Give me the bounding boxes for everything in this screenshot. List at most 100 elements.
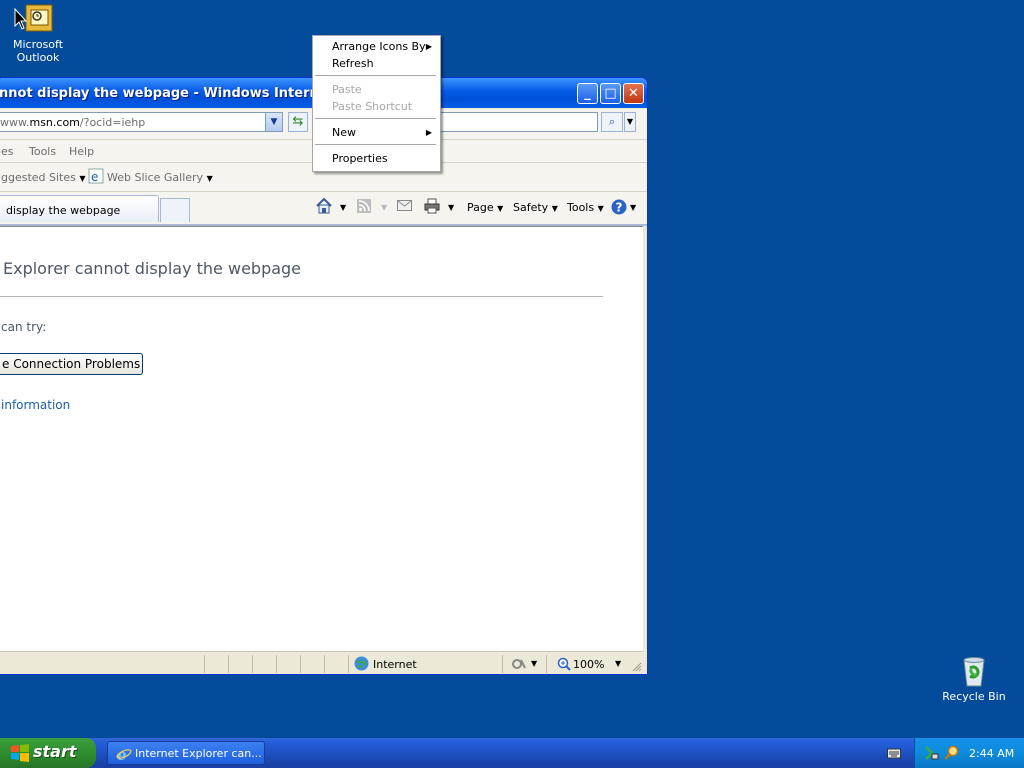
divider [204, 655, 205, 673]
menu-item-paste-shortcut[interactable]: Paste Shortcut [332, 100, 412, 113]
address-prefix: www. [0, 116, 30, 129]
address-input[interactable]: www.msn.com/?ocid=iehp ▼ [0, 112, 283, 132]
menu-separator [315, 144, 436, 145]
help-icon[interactable]: ? [611, 199, 627, 218]
resize-grip-icon[interactable] [632, 662, 642, 674]
tab-current[interactable]: display the webpage [0, 195, 159, 222]
outlook-label-2: Outlook [16, 51, 60, 64]
close-icon: ✕ [628, 86, 639, 101]
network-icon[interactable] [924, 745, 940, 764]
divider [300, 655, 301, 673]
menu-item-refresh[interactable]: Refresh [332, 57, 374, 70]
chevron-down-icon: ▼ [497, 204, 504, 213]
desktop-icon-outlook[interactable]: Microsoft Outlook [0, 4, 76, 64]
page-menu-label: Page [467, 201, 494, 214]
refresh-go-button[interactable]: ⇆ [288, 112, 308, 132]
svg-text:e: e [91, 170, 98, 184]
menu-item-label: Paste [332, 83, 362, 96]
menu-item-label: New [332, 126, 356, 139]
tab-label: display the webpage [6, 204, 121, 217]
status-bar: Internet ▼ 100% ▼ [0, 651, 643, 674]
page-menu[interactable]: Page ▼ [467, 201, 503, 214]
search-input[interactable] [422, 112, 598, 132]
menu-item-properties[interactable]: Properties [332, 152, 388, 165]
print-icon[interactable] [424, 198, 440, 217]
zoom-level[interactable]: 100% [573, 658, 604, 671]
menu-tools[interactable]: Tools [29, 145, 56, 158]
address-suffix: /?ocid=iehp [79, 116, 146, 129]
menu-separator [315, 118, 436, 119]
search-button[interactable]: ⌕ [601, 112, 623, 132]
chevron-down-icon[interactable]: ▼ [448, 203, 454, 212]
keyboard-icon[interactable] [887, 747, 901, 762]
menu-separator [315, 75, 436, 76]
chevron-down-icon[interactable]: ▼ [630, 203, 636, 212]
search-options-button[interactable]: ▼ [624, 112, 636, 132]
menu-item-new[interactable]: New [332, 126, 356, 139]
address-domain: msn.com [29, 116, 80, 129]
safety-menu-label: Safety [513, 201, 549, 214]
diagnose-connection-button[interactable]: e Connection Problems [0, 353, 143, 375]
menu-favorites[interactable]: es [1, 145, 14, 158]
home-icon[interactable] [315, 197, 333, 218]
taskbar: start e Internet Explorer can... 2:44 AM [0, 738, 1024, 768]
page-content: Explorer cannot display the webpage can … [0, 226, 643, 651]
divider [348, 655, 349, 673]
mouse-cursor-icon [14, 7, 28, 33]
desktop-icon-recycle-bin[interactable]: Recycle Bin [936, 656, 1012, 703]
close-button[interactable]: ✕ [623, 83, 644, 104]
minimize-button[interactable]: _ [577, 83, 598, 104]
web-slice-icon: e [88, 168, 104, 187]
menu-help[interactable]: Help [69, 145, 94, 158]
outlook-label-1: Microsoft [12, 38, 64, 51]
feeds-icon[interactable] [357, 199, 371, 216]
ie-icon: e [116, 746, 132, 765]
desktop-context-menu: Arrange Icons By ▶ Refresh Paste Paste S… [312, 35, 441, 172]
recycle-bin-icon [959, 656, 989, 687]
divider [0, 296, 603, 297]
chevron-down-icon[interactable]: ▼ [340, 203, 346, 212]
protected-mode-icon[interactable] [511, 657, 527, 674]
menu-item-label: Paste Shortcut [332, 100, 413, 113]
chevron-down-icon: ▼ [597, 204, 604, 213]
tools-menu[interactable]: Tools ▼ [567, 201, 604, 214]
minimize-icon: _ [584, 86, 591, 101]
taskbar-item-ie[interactable]: e Internet Explorer can... [107, 741, 265, 765]
safety-menu[interactable]: Safety ▼ [513, 201, 558, 214]
desktop[interactable]: { "desktop": { "icons": [ {"label_line1"… [0, 0, 1024, 768]
divider [228, 655, 229, 673]
menu-item-label: Arrange Icons By [332, 40, 426, 53]
divider [546, 655, 547, 673]
windows-logo-icon [10, 744, 30, 765]
address-dropdown-icon[interactable]: ▼ [265, 113, 282, 131]
start-button[interactable]: start [0, 738, 96, 768]
chevron-down-icon[interactable]: ▼ [615, 659, 621, 668]
fav-web-slice-label: Web Slice Gallery [107, 171, 204, 184]
new-tab-button[interactable] [160, 198, 190, 222]
chevron-down-icon: ▼ [206, 174, 213, 183]
chevron-down-icon[interactable]: ▼ [531, 659, 537, 668]
search-icon[interactable] [944, 745, 960, 764]
submenu-arrow-icon: ▶ [425, 128, 432, 137]
submenu-arrow-icon: ▶ [425, 42, 432, 51]
fav-web-slice-gallery[interactable]: Web Slice Gallery ▼ [107, 171, 213, 184]
chevron-down-icon: ▼ [626, 117, 634, 126]
fav-suggested-sites[interactable]: ggested Sites ▼ [1, 171, 86, 184]
mail-icon[interactable] [397, 200, 412, 214]
maximize-icon: □ [604, 86, 617, 101]
tab-row: display the webpage ▼ ▼ ▼ Page ▼ Safety … [0, 192, 647, 226]
internet-zone-icon [354, 656, 369, 674]
zoom-icon[interactable] [557, 657, 571, 674]
system-tray: 2:44 AM [914, 738, 1024, 768]
recycle-bin-label: Recycle Bin [942, 690, 1006, 703]
more-information-link[interactable]: information [1, 398, 70, 412]
clock[interactable]: 2:44 AM [969, 747, 1014, 760]
divider [324, 655, 325, 673]
menu-item-arrange-icons[interactable]: Arrange Icons By [332, 40, 426, 53]
error-title: Explorer cannot display the webpage [3, 259, 302, 278]
maximize-button[interactable]: □ [600, 83, 621, 104]
menu-item-label: Refresh [332, 57, 374, 70]
menu-item-paste[interactable]: Paste [332, 83, 362, 96]
start-label: start [33, 742, 77, 761]
try-text: can try: [1, 320, 47, 334]
